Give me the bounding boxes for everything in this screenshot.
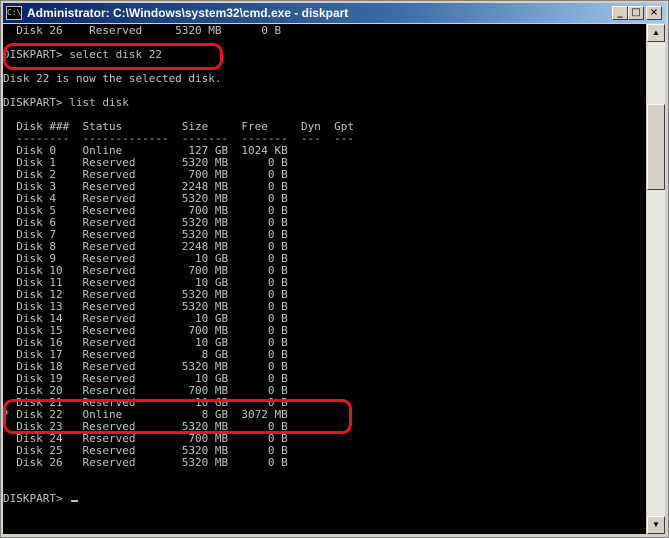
console-line: Disk 22 is now the selected disk. [3,72,222,85]
cmd-window: C:\ Administrator: C:\Windows\system32\c… [0,0,669,538]
close-button[interactable]: × [646,6,662,20]
scroll-up-button[interactable]: ▲ [647,24,665,42]
console-output[interactable]: Disk 26 Reserved 5320 MB 0 B DISKPART> se… [3,24,646,534]
maximize-button[interactable]: □ [628,6,644,20]
prompt-text: DISKPART> [3,492,70,505]
scroll-thumb[interactable] [647,104,665,190]
minimize-button[interactable]: _ [612,6,628,20]
title-bar[interactable]: C:\ Administrator: C:\Windows\system32\c… [3,3,666,23]
vertical-scrollbar[interactable]: ▲ ▼ [647,24,665,534]
text-cursor [71,500,79,502]
window-title: Administrator: C:\Windows\system32\cmd.e… [27,6,349,20]
console-line: Disk 26 Reserved 5320 MB 0 B [3,24,282,37]
scroll-down-button[interactable]: ▼ [647,516,665,534]
highlight-select-command [3,43,223,70]
cmd-window-icon[interactable]: C:\ [6,6,22,20]
highlight-selected-disk [3,399,352,434]
console-line: Disk 26 Reserved 5320 MB 0 B [3,456,288,469]
console-lines: Disk 26 Reserved 5320 MB 0 B DISKPART> se… [3,25,354,517]
console-line: DISKPART> list disk [3,96,129,109]
prompt-line[interactable]: DISKPART> [3,493,354,505]
